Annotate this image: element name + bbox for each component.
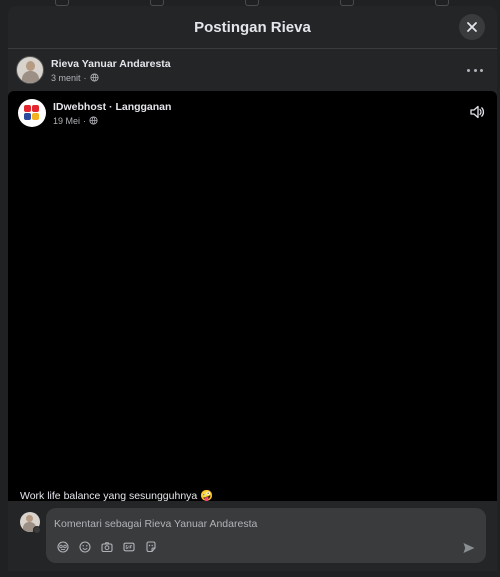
post-caption: Work life balance yang sesungguhnya 🤪 — [20, 490, 214, 501]
modal-header: Postingan Rieva — [8, 6, 497, 49]
title-separator: · — [109, 100, 113, 113]
page-name[interactable]: IDwebhost — [53, 101, 106, 113]
globe-icon — [89, 73, 99, 82]
post-author-header: Rieva Yanuar Andaresta 3 menit · — [8, 49, 497, 91]
logo-square-yellow — [32, 113, 39, 120]
logo-square-red — [32, 105, 39, 112]
meta-separator: · — [83, 115, 87, 126]
close-button[interactable] — [459, 14, 485, 40]
send-icon[interactable] — [462, 541, 476, 555]
sticker-icon[interactable] — [144, 540, 158, 554]
post-time[interactable]: 3 menit — [51, 73, 81, 83]
chevron-down-icon[interactable] — [33, 526, 41, 534]
original-post-date[interactable]: 19 Mei — [53, 116, 80, 126]
post-meta: 3 menit · — [51, 73, 171, 83]
globe-icon — [89, 116, 98, 125]
comment-input[interactable] — [54, 516, 474, 532]
speaker-icon[interactable] — [469, 104, 485, 120]
author-name[interactable]: Rieva Yanuar Andaresta — [51, 58, 171, 70]
camera-icon[interactable] — [100, 540, 114, 554]
comment-tools — [56, 540, 158, 554]
emoji-icon[interactable] — [78, 540, 92, 554]
comment-composer — [8, 501, 497, 571]
more-dot-icon — [467, 68, 470, 72]
logo-square-blue — [24, 113, 31, 120]
comment-box — [46, 508, 486, 563]
author-avatar[interactable] — [16, 56, 44, 84]
subscribe-link[interactable]: Langganan — [115, 101, 171, 113]
post-modal: Postingan Rieva Rieva Yanuar Andaresta 3… — [8, 6, 497, 571]
original-post-meta: 19 Mei · — [53, 116, 171, 126]
page-logo[interactable] — [18, 99, 46, 127]
original-post-header: IDwebhost · Langganan 19 Mei · — [18, 99, 171, 127]
avatar-sticker-icon[interactable] — [56, 540, 70, 554]
logo-square-red — [24, 105, 31, 112]
shared-video[interactable]: IDwebhost · Langganan 19 Mei · Work life… — [8, 91, 497, 501]
more-dot-icon — [480, 68, 483, 72]
modal-title: Postingan Rieva — [194, 18, 311, 36]
more-options-button[interactable] — [467, 62, 483, 78]
more-dot-icon — [473, 68, 477, 72]
gif-icon[interactable] — [122, 540, 136, 554]
original-post-title: IDwebhost · Langganan — [53, 101, 171, 113]
meta-separator: · — [83, 72, 87, 83]
close-icon — [467, 22, 477, 32]
